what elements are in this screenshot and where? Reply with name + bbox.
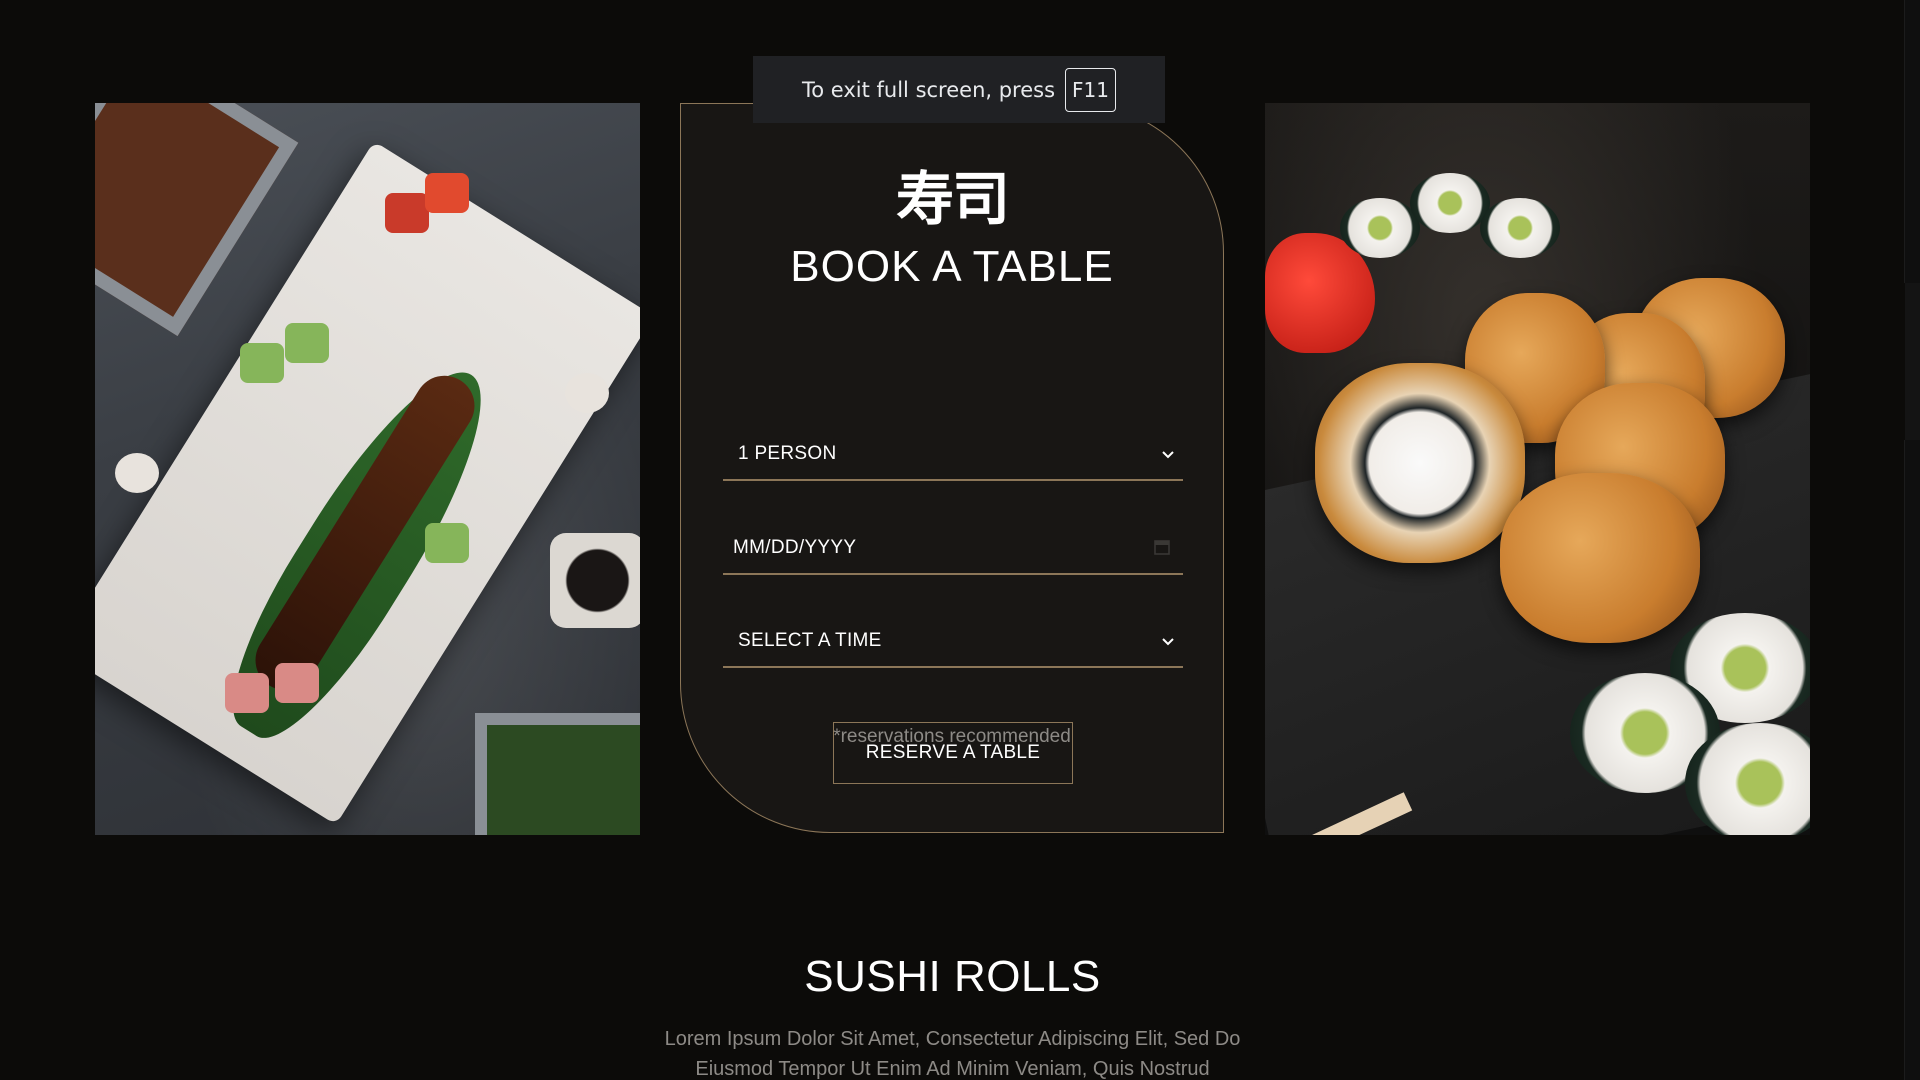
picture-frame-decoration	[475, 713, 640, 835]
fullscreen-key-badge: F11	[1065, 67, 1116, 112]
date-input-placeholder: MM/DD/YYYY	[733, 537, 857, 558]
roll-image-part	[425, 523, 469, 563]
maki-image-part	[1480, 198, 1560, 258]
sushi-platter-photo-left	[95, 103, 640, 835]
time-select[interactable]: SELECT A TIME	[723, 616, 1183, 668]
roll-image-part	[385, 193, 429, 233]
maki-image-part	[1410, 173, 1490, 233]
date-input[interactable]: MM/DD/YYYY	[723, 523, 1183, 575]
fried-roll-image-part	[1500, 473, 1700, 643]
page: 寿司 BOOK A TABLE 1 PERSON MM/DD/YYYY SELE…	[0, 0, 1920, 1080]
roll-image-part	[565, 373, 609, 413]
chevron-down-icon	[1162, 638, 1174, 646]
scrollbar-track-segment[interactable]	[1904, 0, 1920, 283]
page-scrollbar[interactable]	[1904, 0, 1920, 1080]
section-title: SUSHI ROLLS	[804, 952, 1101, 1001]
picture-frame-decoration	[95, 103, 299, 337]
roll-image-part	[115, 453, 159, 493]
fried-sushi-photo-right	[1265, 103, 1810, 835]
booking-panel: 寿司 BOOK A TABLE 1 PERSON MM/DD/YYYY SELE…	[680, 103, 1224, 833]
roll-image-part	[225, 673, 269, 713]
time-select-value: SELECT A TIME	[738, 630, 882, 651]
scrollbar-thumb[interactable]	[1904, 440, 1920, 1080]
booking-title: BOOK A TABLE	[790, 242, 1114, 291]
persons-select[interactable]: 1 PERSON	[723, 429, 1183, 481]
reservation-note: *reservations recommended	[833, 726, 1071, 747]
roll-image-part	[425, 173, 469, 213]
calendar-icon[interactable]	[1153, 538, 1171, 556]
fried-roll-cut-image-part	[1315, 363, 1525, 563]
maki-image-part	[1340, 198, 1420, 258]
section-description: Lorem Ipsum Dolor Sit Amet, Consectetur …	[664, 1028, 1241, 1080]
fullscreen-notice-text: To exit full screen, press	[802, 77, 1056, 102]
fullscreen-exit-notice: To exit full screen, press F11	[753, 56, 1165, 123]
kanji-logo: 寿司	[895, 165, 1010, 233]
roll-image-part	[275, 663, 319, 703]
chevron-down-icon	[1162, 451, 1174, 459]
roll-image-part	[285, 323, 329, 363]
roll-image-part	[240, 343, 284, 383]
persons-select-value: 1 PERSON	[738, 443, 837, 464]
soy-sauce-bowl-image-part	[550, 533, 640, 628]
